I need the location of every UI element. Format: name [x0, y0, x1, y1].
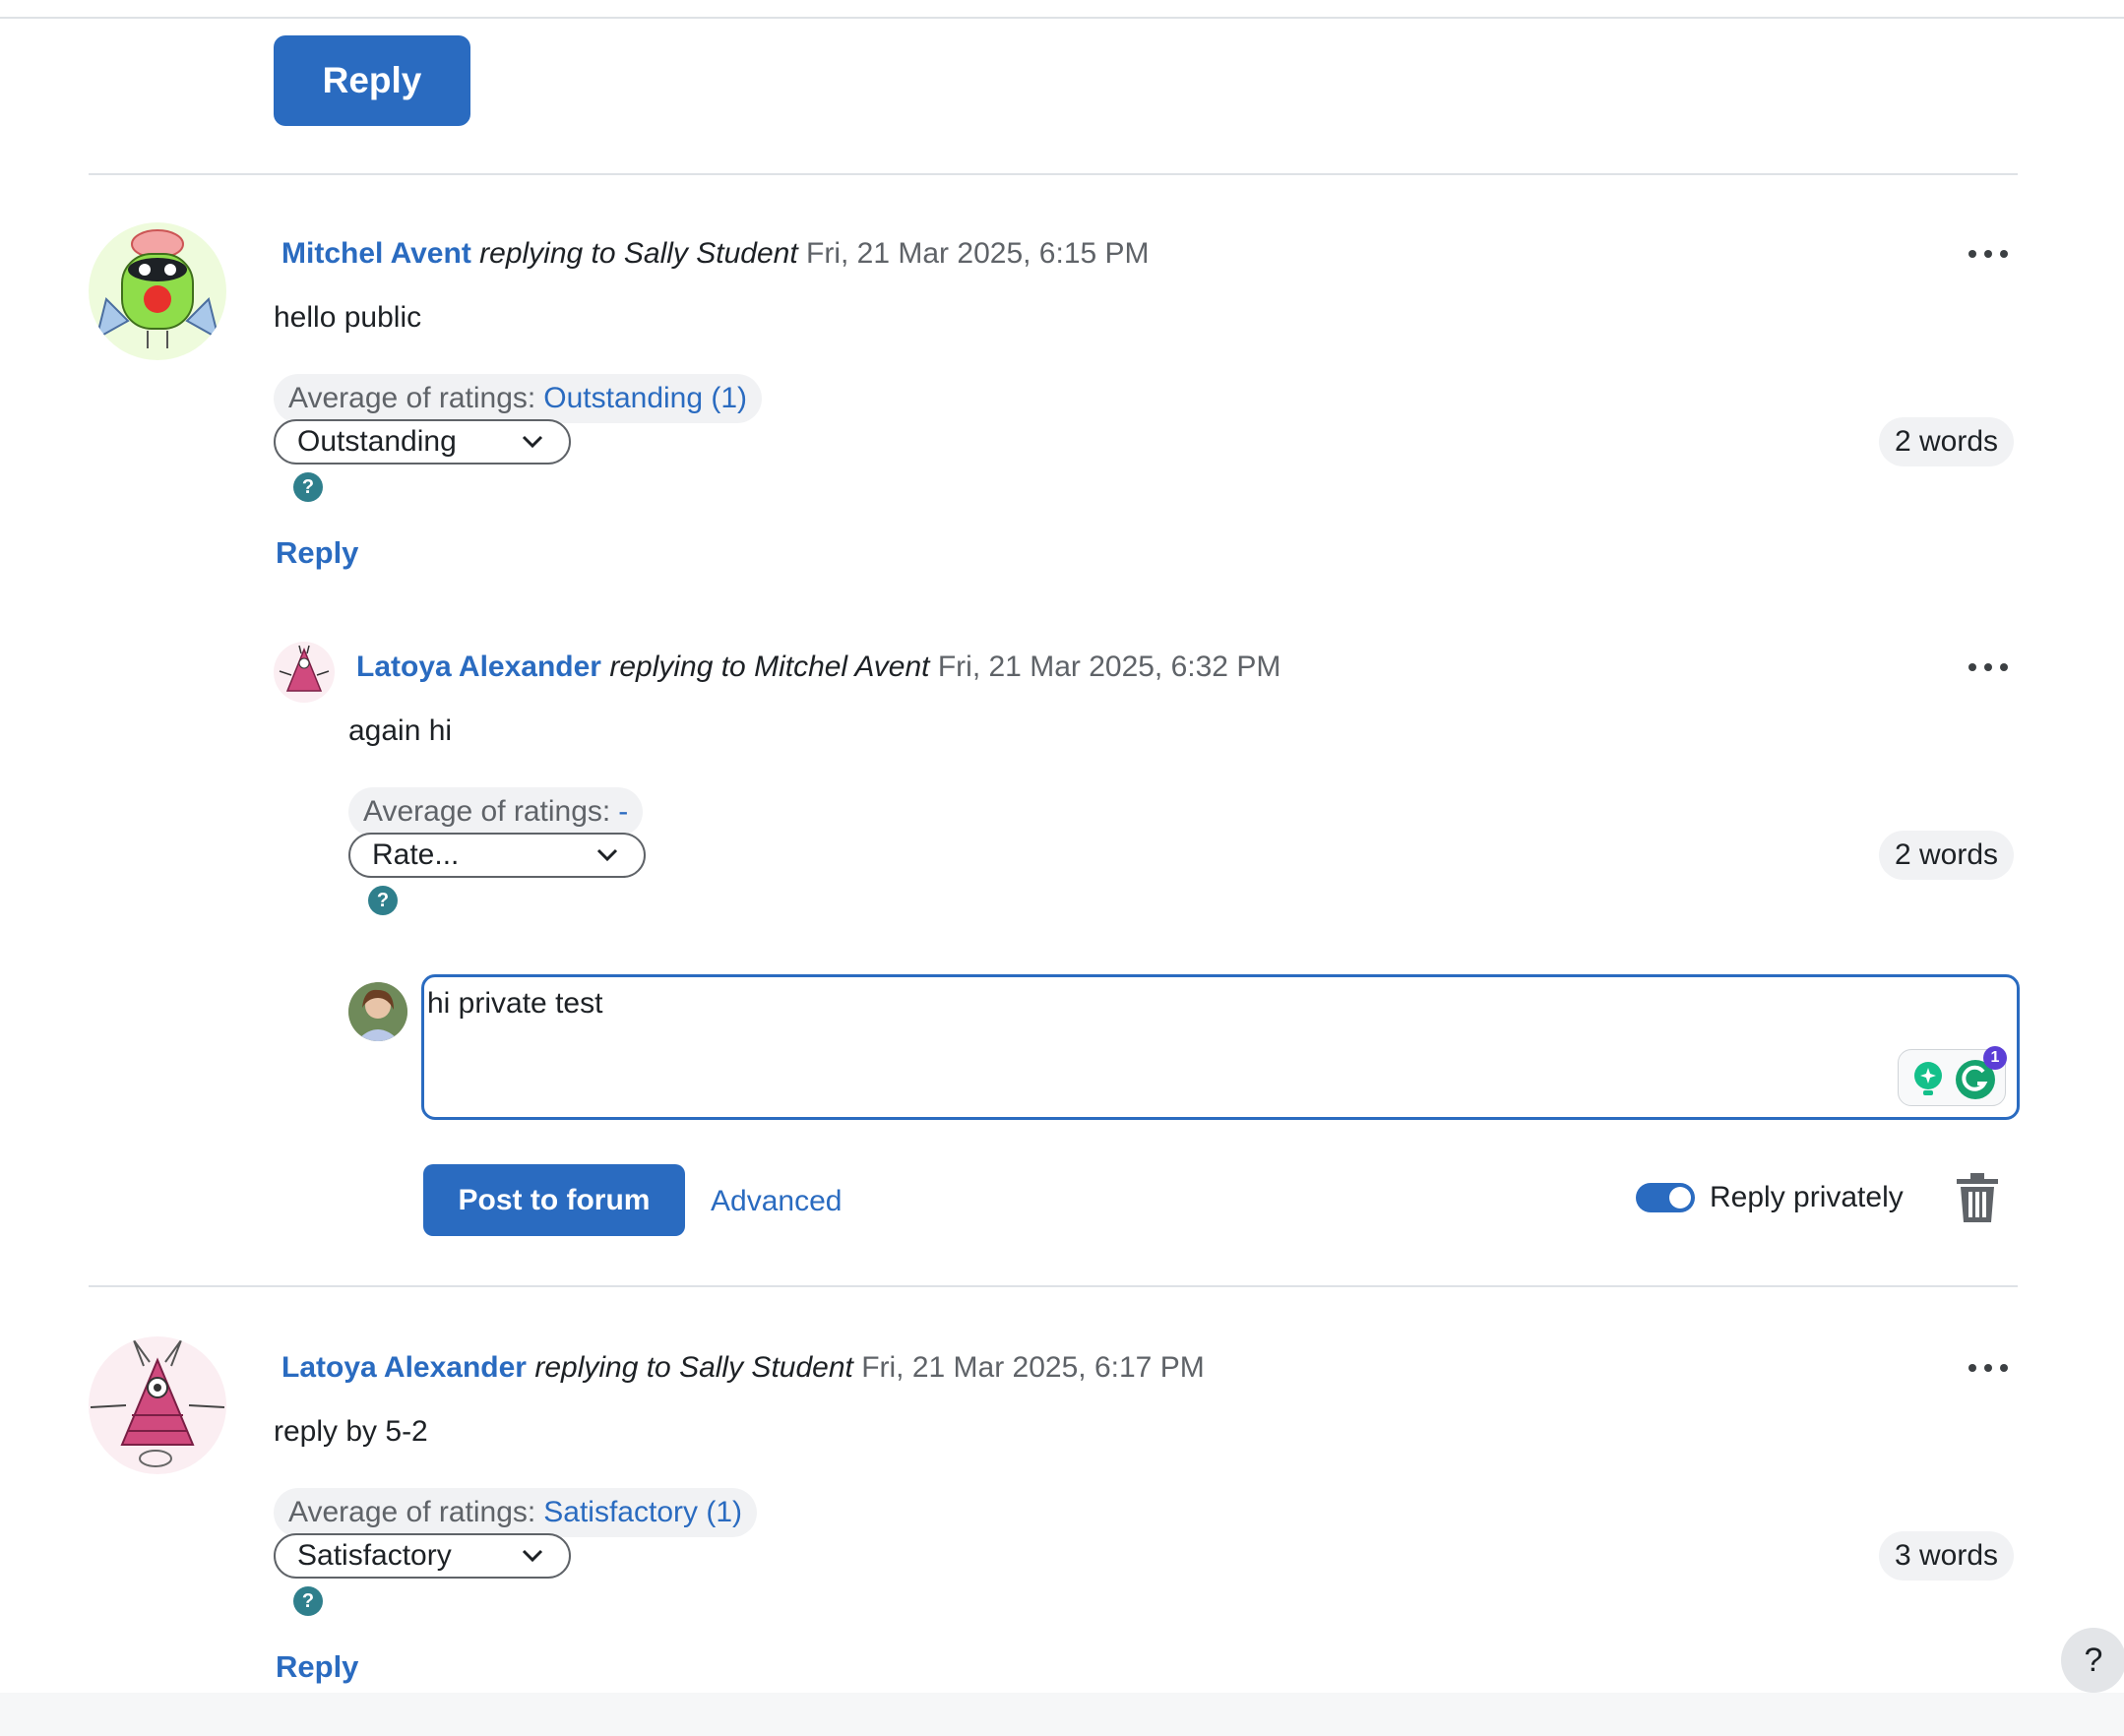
post-date: Fri, 21 Mar 2025, 6:32 PM	[937, 651, 1281, 683]
chevron-down-icon	[596, 848, 618, 862]
footer-strip	[0, 1693, 2124, 1736]
reply-link[interactable]: Reply	[276, 1649, 358, 1685]
rating-select[interactable]: Rate...	[348, 833, 646, 878]
word-count: 2 words	[1879, 831, 2015, 880]
grammarly-badge: 1	[1983, 1046, 2007, 1070]
average-label: Average of ratings:	[363, 795, 611, 828]
divider	[89, 1285, 2018, 1287]
help-float-button[interactable]: ?	[2061, 1628, 2124, 1693]
avatar-latoya-alexander	[89, 1336, 226, 1474]
avatar-mitchel-avent	[89, 222, 226, 360]
rating-select-value: Satisfactory	[297, 1539, 452, 1572]
word-count: 2 words	[1879, 417, 2015, 466]
more-options-icon[interactable]	[1968, 248, 2008, 260]
average-ratings: Average of ratings: Outstanding (1)	[274, 374, 763, 423]
average-value-link[interactable]: Satisfactory (1)	[543, 1496, 742, 1529]
post-body: reply by 5-2	[274, 1415, 428, 1448]
rating-select[interactable]: Outstanding	[274, 419, 571, 465]
post-header: Latoya Alexander replying to Mitchel Ave…	[356, 651, 1281, 684]
chevron-down-icon	[522, 1549, 543, 1563]
grammarly-widget[interactable]: 1	[1898, 1046, 2007, 1106]
help-icon[interactable]: ?	[368, 886, 398, 915]
top-divider	[0, 0, 2124, 19]
chevron-down-icon	[522, 435, 543, 449]
post-body: hello public	[274, 301, 422, 334]
rating-select[interactable]: Satisfactory	[274, 1533, 571, 1579]
advanced-link[interactable]: Advanced	[711, 1185, 842, 1218]
divider	[89, 173, 2018, 175]
more-options-icon[interactable]	[1968, 1362, 2008, 1374]
avatar-latoya-alexander	[274, 642, 335, 703]
post-date: Fri, 21 Mar 2025, 6:15 PM	[806, 237, 1150, 270]
replying-to: replying to Sally Student	[479, 237, 798, 270]
average-value-link[interactable]: -	[618, 795, 628, 829]
post-header: Mitchel Avent replying to Sally Student …	[281, 237, 1150, 271]
replying-to: replying to Sally Student	[534, 1351, 853, 1384]
post-to-forum-button[interactable]: Post to forum	[423, 1164, 685, 1236]
help-icon[interactable]: ?	[293, 1586, 323, 1616]
post-body: again hi	[348, 714, 453, 747]
post-date: Fri, 21 Mar 2025, 6:17 PM	[861, 1351, 1205, 1384]
average-label: Average of ratings:	[288, 382, 536, 414]
author-link[interactable]: Latoya Alexander	[356, 651, 601, 683]
rating-select-value: Outstanding	[297, 425, 457, 458]
average-value-link[interactable]: Outstanding (1)	[543, 382, 747, 415]
reply-text: hi private test	[427, 987, 603, 1020]
replying-to: replying to Mitchel Avent	[609, 651, 930, 683]
top-reply-button[interactable]: Reply	[274, 35, 470, 126]
post-header: Latoya Alexander replying to Sally Stude…	[281, 1351, 1205, 1385]
average-ratings: Average of ratings: Satisfactory (1)	[274, 1488, 757, 1537]
reply-privately-label: Reply privately	[1710, 1181, 1904, 1213]
word-count: 3 words	[1879, 1531, 2015, 1581]
lightbulb-icon[interactable]	[1910, 1060, 1946, 1097]
reply-textarea[interactable]: hi private test	[421, 974, 2020, 1120]
more-options-icon[interactable]	[1968, 661, 2008, 673]
avatar-current-user	[348, 982, 407, 1041]
reply-link[interactable]: Reply	[276, 535, 358, 571]
author-link[interactable]: Latoya Alexander	[281, 1351, 527, 1384]
average-ratings: Average of ratings: -	[348, 787, 644, 837]
author-link[interactable]: Mitchel Avent	[281, 237, 471, 270]
average-label: Average of ratings:	[288, 1496, 536, 1528]
rating-select-value: Rate...	[372, 838, 460, 871]
reply-privately-toggle[interactable]	[1636, 1183, 1695, 1212]
trash-icon[interactable]	[1955, 1173, 2000, 1224]
help-icon[interactable]: ?	[293, 472, 323, 502]
